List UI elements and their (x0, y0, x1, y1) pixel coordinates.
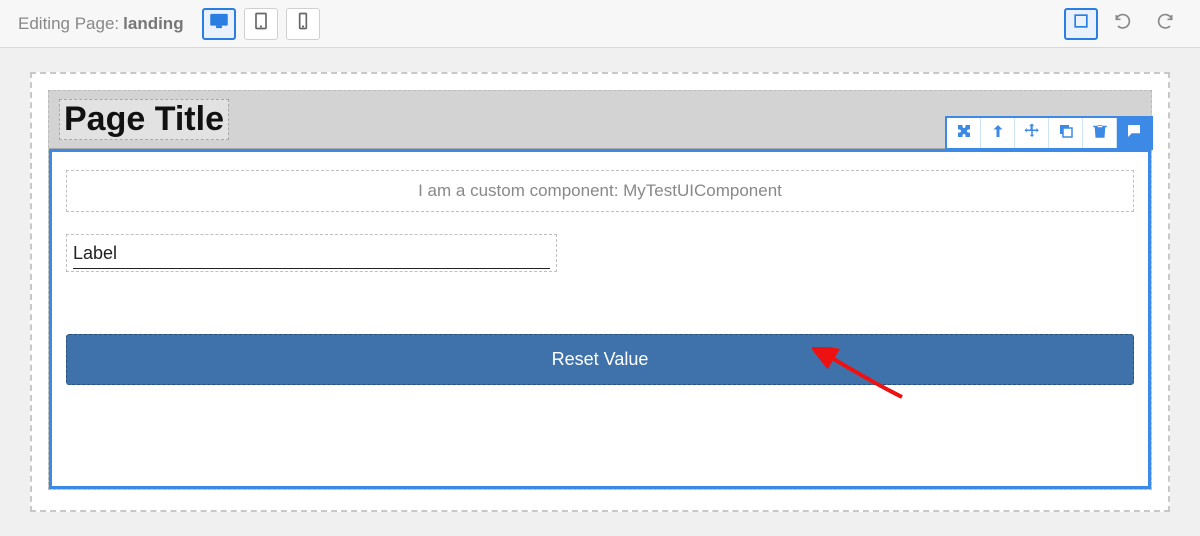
editing-prefix: Editing Page: (18, 14, 119, 34)
label-field-text[interactable]: Label (73, 243, 550, 269)
redo-icon (1155, 11, 1175, 36)
viewport-buttons (202, 8, 320, 40)
trash-icon (1091, 122, 1109, 145)
reset-value-button[interactable]: Reset Value (66, 334, 1134, 385)
redo-button[interactable] (1148, 8, 1182, 40)
top-toolbar: Editing Page: landing (0, 0, 1200, 48)
editing-page-label: Editing Page: landing (18, 14, 184, 34)
tablet-viewport-button[interactable] (244, 8, 278, 40)
copy-icon (1057, 122, 1075, 145)
editing-page-name: landing (123, 14, 183, 34)
undo-icon (1113, 11, 1133, 36)
tablet-icon (251, 11, 271, 36)
desktop-viewport-button[interactable] (202, 8, 236, 40)
page-body[interactable]: I am a custom component: MyTestUICompone… (49, 149, 1151, 489)
square-icon (1071, 11, 1091, 36)
page-frame: Page Title (48, 90, 1152, 490)
selection-mode-button[interactable] (1064, 8, 1098, 40)
label-field-block[interactable]: Label (66, 234, 557, 272)
undo-button[interactable] (1106, 8, 1140, 40)
arrow-up-icon (989, 122, 1007, 145)
comment-icon (1125, 122, 1143, 145)
puzzle-action-button[interactable] (947, 118, 981, 148)
puzzle-icon (955, 122, 973, 145)
move-icon (1023, 122, 1041, 145)
canvas-area: Page Title (0, 48, 1200, 536)
duplicate-action-button[interactable] (1049, 118, 1083, 148)
right-toolbar (1064, 8, 1182, 40)
canvas-outer[interactable]: Page Title (30, 72, 1170, 512)
move-up-action-button[interactable] (981, 118, 1015, 148)
element-action-toolbar (945, 116, 1153, 150)
desktop-icon (209, 11, 229, 36)
comment-action-button[interactable] (1117, 118, 1151, 148)
mobile-viewport-button[interactable] (286, 8, 320, 40)
page-header[interactable]: Page Title (49, 91, 1151, 149)
custom-component-banner[interactable]: I am a custom component: MyTestUICompone… (66, 170, 1134, 212)
move-action-button[interactable] (1015, 118, 1049, 148)
delete-action-button[interactable] (1083, 118, 1117, 148)
mobile-icon (293, 11, 313, 36)
page-title[interactable]: Page Title (59, 99, 229, 140)
